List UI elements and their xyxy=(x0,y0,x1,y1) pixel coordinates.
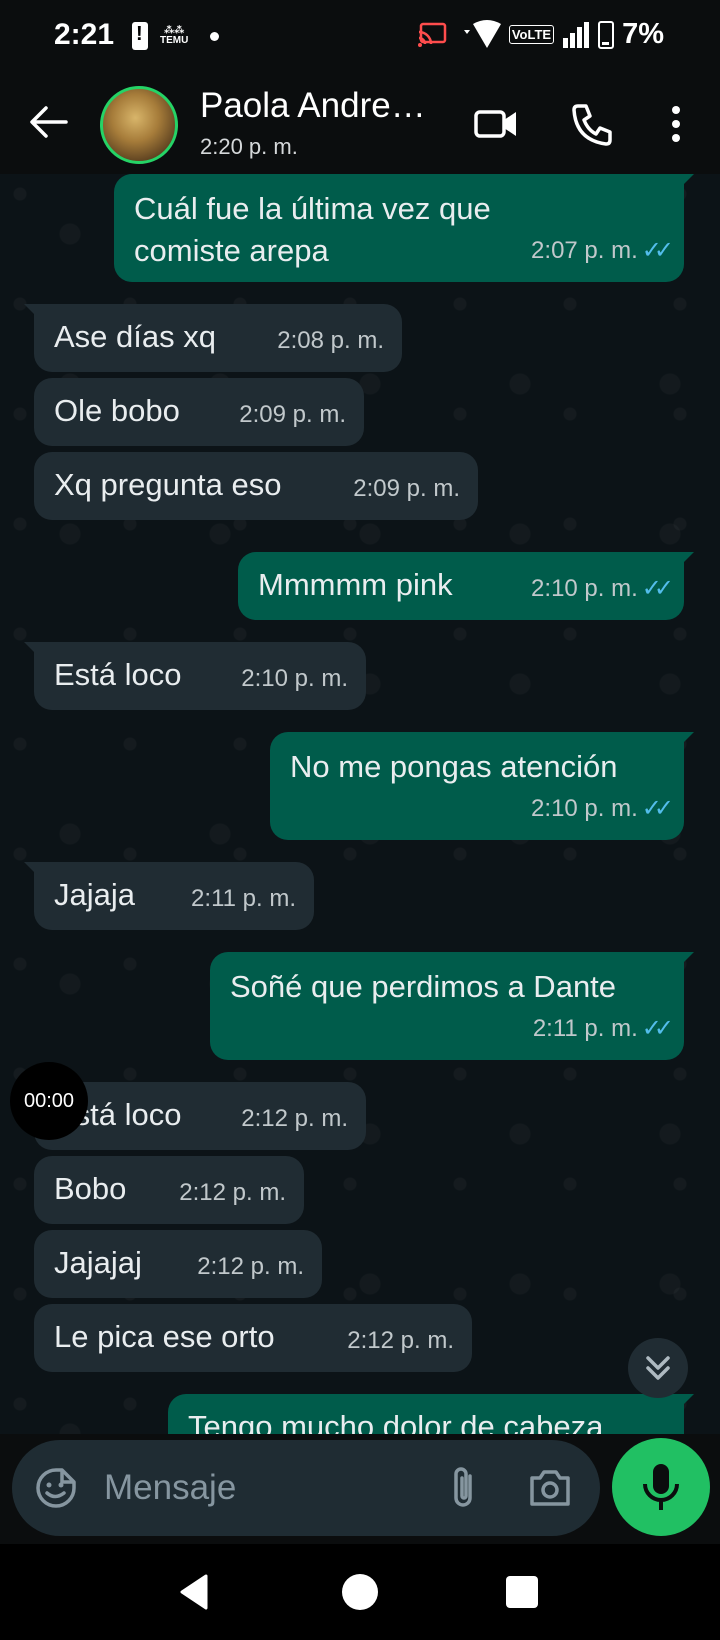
message-meta: 2:10 p. m. xyxy=(241,655,348,700)
message-bubble-out[interactable]: No me pongas atención 2:10 p. m. ✓✓ xyxy=(270,732,694,840)
message-text: Ole bobo xyxy=(54,393,180,428)
battery-alert-icon xyxy=(132,22,148,50)
message-bubble-in[interactable]: Bobo 2:12 p. m. xyxy=(34,1156,304,1224)
read-ticks-icon: ✓✓ xyxy=(641,795,674,822)
message-meta: 2:08 p. m. xyxy=(277,317,384,362)
battery-icon xyxy=(598,20,615,49)
microphone-icon xyxy=(643,1464,679,1510)
cast-icon xyxy=(417,22,447,47)
battery-percent: 7% xyxy=(622,18,664,50)
sticker-emoji-icon[interactable] xyxy=(34,1466,78,1510)
message-meta: 2:10 p. m. ✓✓ xyxy=(531,785,674,830)
message-bubble-in[interactable]: Jajajaj 2:12 p. m. xyxy=(34,1230,322,1298)
message-time: 2:11 p. m. xyxy=(532,1015,638,1042)
message-time: 2:09 p. m. xyxy=(353,475,460,502)
more-options-icon[interactable] xyxy=(652,100,700,148)
composer-bar xyxy=(0,1434,720,1544)
microphone-button[interactable] xyxy=(612,1438,710,1536)
message-text: Bobo xyxy=(54,1171,127,1206)
message-meta: 2:11 p. m. xyxy=(191,875,296,920)
message-meta: 2:12 p. m. xyxy=(347,1317,454,1362)
camera-icon[interactable] xyxy=(526,1466,574,1510)
temu-icon: ⁂⁂ TEMU xyxy=(160,25,189,46)
message-time: 2:12 p. m. xyxy=(197,1253,304,1280)
message-time: 2:11 p. m. xyxy=(191,885,296,912)
message-time: 2:10 p. m. xyxy=(531,575,638,602)
double-chevron-down-icon xyxy=(646,1356,670,1380)
video-call-icon[interactable] xyxy=(472,100,520,148)
message-time: 2:09 p. m. xyxy=(239,401,346,428)
notification-dot-icon xyxy=(210,31,220,41)
message-text: Jajaja xyxy=(54,877,135,912)
message-bubble-in[interactable]: Le pica ese orto 2:12 p. m. xyxy=(34,1304,472,1372)
chat-area[interactable]: Cuál fue la última vez que comiste arepa… xyxy=(0,174,720,1434)
message-bubble-out[interactable]: Mmmmm pink 2:10 p. m. ✓✓ xyxy=(238,552,694,620)
status-right-icons: VoLTE 7% xyxy=(417,18,664,51)
message-bubble-out[interactable]: Soñé que perdimos a Dante 2:11 p. m. ✓✓ xyxy=(210,952,694,1060)
message-bubble-in[interactable]: Jajaja 2:11 p. m. xyxy=(24,862,314,930)
message-bubble-in[interactable]: Ole bobo 2:09 p. m. xyxy=(34,378,364,446)
signal-icon xyxy=(563,21,590,48)
attach-clip-icon[interactable] xyxy=(442,1464,486,1512)
volte-badge: VoLTE xyxy=(508,25,555,44)
temu-label: TEMU xyxy=(160,35,189,46)
android-nav-bar xyxy=(0,1544,720,1640)
message-meta: 2:09 p. m. xyxy=(353,465,460,510)
message-time: 2:07 p. m. xyxy=(531,237,638,264)
message-input[interactable] xyxy=(104,1462,404,1514)
chat-header: Paola Andre… 2:20 p. m. xyxy=(0,74,720,174)
read-ticks-icon: ✓✓ xyxy=(641,237,674,264)
message-text: No me pongas atención xyxy=(290,749,618,784)
message-time: 2:12 p. m. xyxy=(179,1179,286,1206)
message-time: 2:10 p. m. xyxy=(531,795,638,822)
last-seen: 2:20 p. m. xyxy=(200,134,298,159)
message-composer xyxy=(12,1440,600,1536)
back-arrow-icon[interactable] xyxy=(26,100,70,144)
message-bubble-in[interactable]: Xq pregunta eso 2:09 p. m. xyxy=(34,452,478,520)
message-meta: 2:10 p. m. ✓✓ xyxy=(531,565,674,610)
message-meta: 2:12 p. m. xyxy=(197,1243,304,1288)
message-text: Está loco xyxy=(54,657,182,692)
contact-name[interactable]: Paola Andre… xyxy=(200,86,426,126)
message-time: 2:10 p. m. xyxy=(241,665,348,692)
message-text: Xq pregunta eso xyxy=(54,467,282,502)
message-meta: 2:09 p. m. xyxy=(239,391,346,436)
message-bubble-in[interactable]: Ase días xq 2:08 p. m. xyxy=(24,304,402,372)
status-bar: 2:21 ⁂⁂TEMU VoLTE 7% xyxy=(0,0,720,74)
nav-home-icon[interactable] xyxy=(338,1570,382,1614)
message-time: 2:08 p. m. xyxy=(277,327,384,354)
status-time: 2:21 xyxy=(54,18,115,51)
message-text: Jajajaj xyxy=(54,1245,142,1280)
message-time: 2:12 p. m. xyxy=(241,1105,348,1132)
scroll-to-bottom-button[interactable] xyxy=(628,1338,688,1398)
voice-call-icon[interactable] xyxy=(568,100,616,148)
message-meta: 2:12 p. m. xyxy=(179,1169,286,1214)
status-left-icons: ⁂⁂TEMU xyxy=(132,22,220,50)
message-text: Mmmmm pink xyxy=(258,567,453,602)
message-time: 2:12 p. m. xyxy=(347,1327,454,1354)
message-text: Ase días xq xyxy=(54,319,216,354)
message-bubble-in[interactable]: Está loco 2:10 p. m. xyxy=(24,642,366,710)
message-bubble-out[interactable]: Tengo mucho dolor de cabeza xyxy=(168,1394,694,1434)
read-ticks-icon: ✓✓ xyxy=(641,575,674,602)
message-text: Le pica ese orto xyxy=(54,1319,275,1354)
contact-avatar[interactable] xyxy=(100,86,178,164)
message-text: Tengo mucho dolor de cabeza xyxy=(188,1409,604,1434)
message-meta: 2:11 p. m. ✓✓ xyxy=(532,1005,674,1050)
nav-back-icon[interactable] xyxy=(172,1570,216,1614)
read-ticks-icon: ✓✓ xyxy=(641,1015,674,1042)
message-bubble-out[interactable]: Cuál fue la última vez que comiste arepa… xyxy=(114,174,694,282)
wifi-icon xyxy=(463,19,501,48)
message-text: Soñé que perdimos a Dante xyxy=(230,969,617,1004)
message-meta: 2:12 p. m. xyxy=(241,1095,348,1140)
screen-recorder-timer[interactable]: 00:00 xyxy=(10,1062,88,1140)
nav-recents-icon[interactable] xyxy=(500,1570,544,1614)
message-text: Cuál fue la última vez que comiste arepa xyxy=(134,191,491,268)
message-meta: 2:07 p. m. ✓✓ xyxy=(531,227,674,272)
